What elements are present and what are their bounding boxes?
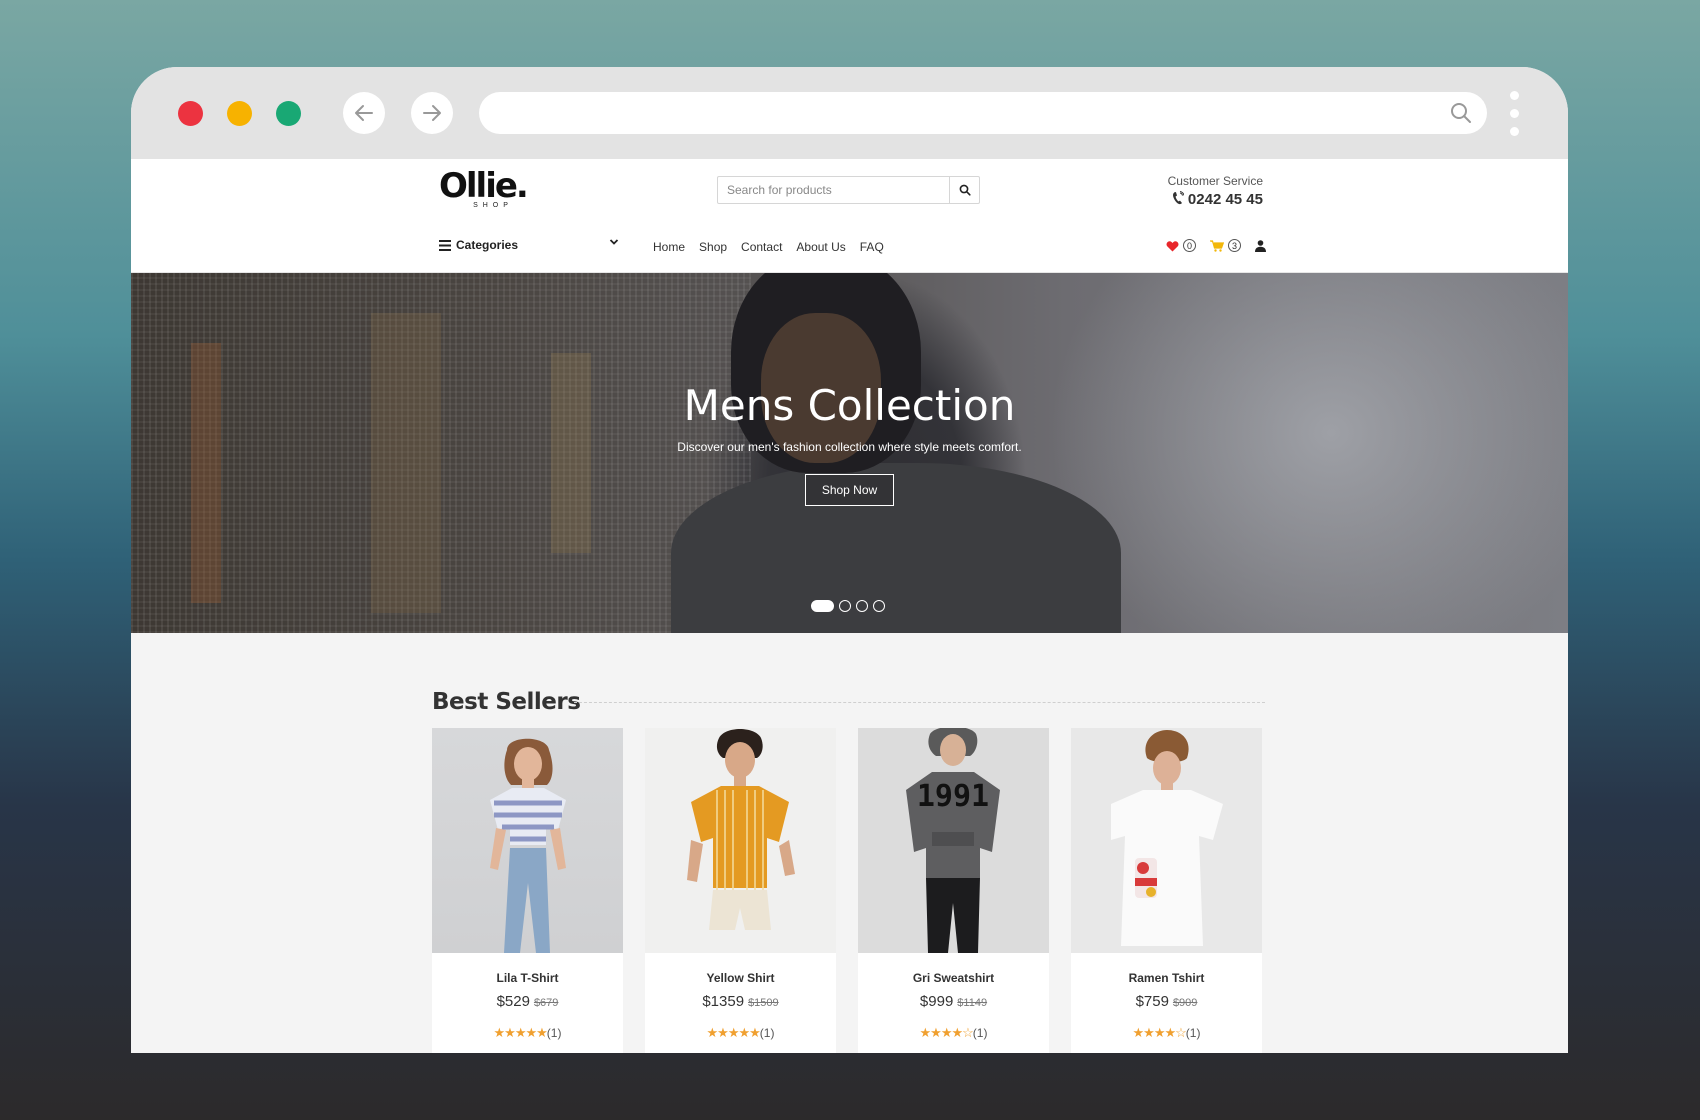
product-card-ramen-tshirt[interactable]: Ramen Tshirt $759 $909 ★★★★☆(1) (1071, 728, 1262, 1053)
star-empty-icon: ☆ (962, 1025, 974, 1040)
forward-button[interactable] (411, 92, 453, 134)
kebab-dot (1510, 109, 1519, 118)
product-price: $759 (1135, 993, 1169, 1010)
product-image[interactable] (432, 728, 623, 953)
product-photo-man-grey-hoodie: 1991 (906, 728, 1000, 953)
customer-service-phone[interactable]: 0242 45 45 (1168, 191, 1263, 208)
review-count: (1) (759, 1026, 775, 1040)
star-filled-icon: ★★★★ (919, 1025, 964, 1040)
product-price: $999 (919, 993, 954, 1010)
categories-label: Categories (456, 238, 519, 252)
product-price: $529 (496, 993, 530, 1010)
close-window-button[interactable] (178, 101, 203, 126)
logo-text: Ollie. (439, 166, 529, 206)
browser-menu-button[interactable] (1510, 91, 1520, 137)
wishlist-count-badge: 0 (1183, 239, 1196, 252)
product-name[interactable]: Ramen Tshirt (1071, 971, 1262, 985)
star-filled-icon: ★★★★★ (493, 1025, 548, 1040)
section-divider (574, 702, 1265, 703)
sweatshirt-print: 1991 (917, 779, 989, 814)
arrow-right-icon (423, 105, 441, 121)
product-rating: ★★★★☆(1) (1071, 1025, 1262, 1041)
star-filled-icon: ★★★★ (1132, 1025, 1177, 1040)
search-icon (959, 184, 971, 196)
kebab-dot (1510, 91, 1519, 100)
product-name[interactable]: Yellow Shirt (645, 971, 836, 985)
nav-link-home[interactable]: Home (653, 240, 685, 254)
product-name[interactable]: Gri Sweatshirt (858, 971, 1049, 985)
web-page: Ollie. SHOP Customer Service 0242 45 45 … (131, 159, 1568, 1053)
product-card-gri-sweatshirt[interactable]: 1991 Gri Sweatshirt $999 $1149 ★★★★☆(1) (858, 728, 1049, 1053)
product-card-lila-tshirt[interactable]: Lila T-Shirt $529 $679 ★★★★★(1) (432, 728, 623, 1053)
search-button[interactable] (949, 177, 979, 203)
product-price: $1359 (702, 993, 745, 1010)
carousel-indicator-4[interactable] (873, 600, 885, 612)
customer-service-label: Customer Service (1167, 174, 1263, 188)
product-image[interactable] (1071, 728, 1262, 953)
review-count: (1) (972, 1026, 988, 1040)
product-rating: ★★★★★(1) (645, 1025, 836, 1041)
product-image[interactable] (645, 728, 836, 953)
hero-title: Mens Collection (683, 381, 1016, 430)
product-grid: Lila T-Shirt $529 $679 ★★★★★(1) Yellow S… (432, 728, 1262, 1053)
nav-link-about-us[interactable]: About Us (796, 240, 845, 254)
nav-link-shop[interactable]: Shop (699, 240, 727, 254)
hamburger-menu-icon (439, 239, 451, 251)
product-old-price: $1509 (748, 997, 779, 1009)
product-name[interactable]: Lila T-Shirt (432, 971, 623, 985)
product-rating: ★★★★★(1) (432, 1025, 623, 1041)
review-count: (1) (1185, 1026, 1201, 1040)
categories-dropdown[interactable]: Categories (439, 236, 619, 254)
star-filled-icon: ★★★★★ (706, 1025, 761, 1040)
hero-caption: Mens Collection Discover our men's fashi… (131, 381, 1568, 506)
minimize-window-button[interactable] (227, 101, 252, 126)
product-photo-man-white-tee (1111, 730, 1223, 946)
product-image[interactable]: 1991 (858, 728, 1049, 953)
carousel-indicator-2[interactable] (839, 600, 851, 612)
carousel-indicator-3[interactable] (856, 600, 868, 612)
product-old-price: $909 (1172, 997, 1198, 1009)
header-actions: 0 3 (1166, 239, 1266, 252)
hero-subtitle: Discover our men's fashion collection wh… (677, 440, 1022, 454)
carousel-indicators (811, 600, 885, 612)
back-button[interactable] (343, 92, 385, 134)
user-icon[interactable] (1255, 239, 1266, 252)
browser-window: Ollie. SHOP Customer Service 0242 45 45 … (131, 67, 1568, 1053)
address-bar[interactable] (479, 92, 1487, 134)
product-photo-woman-striped-tee (490, 738, 566, 953)
phone-icon (1172, 191, 1185, 205)
nav-link-faq[interactable]: FAQ (860, 240, 884, 254)
nav-link-contact[interactable]: Contact (741, 240, 782, 254)
arrow-left-icon (355, 105, 373, 121)
site-header: Ollie. SHOP Customer Service 0242 45 45 … (131, 159, 1568, 273)
site-logo[interactable]: Ollie. SHOP (439, 169, 529, 213)
shop-now-button[interactable]: Shop Now (804, 474, 895, 506)
main-navigation: Home Shop Contact About Us FAQ (653, 240, 884, 254)
phone-number: 0242 45 45 (1187, 191, 1263, 208)
chevron-down-icon (609, 239, 619, 245)
star-empty-icon: ☆ (1175, 1025, 1187, 1040)
carousel-indicator-1[interactable] (811, 600, 834, 612)
product-photo-man-yellow-shirt (687, 729, 795, 930)
cart-icon[interactable] (1210, 239, 1224, 252)
cart-count-badge: 3 (1228, 239, 1241, 252)
product-card-yellow-shirt[interactable]: Yellow Shirt $1359 $1509 ★★★★★(1) (645, 728, 836, 1053)
heart-icon[interactable] (1166, 240, 1179, 252)
product-search (717, 176, 980, 204)
search-input[interactable] (718, 177, 950, 203)
hero-carousel: Mens Collection Discover our men's fashi… (131, 273, 1568, 633)
search-icon[interactable] (1449, 101, 1473, 125)
browser-toolbar (131, 67, 1568, 159)
product-old-price: $679 (533, 997, 559, 1009)
best-sellers-heading: Best Sellers (432, 689, 581, 715)
customer-service: Customer Service 0242 45 45 (1168, 174, 1263, 208)
maximize-window-button[interactable] (276, 101, 301, 126)
product-old-price: $1149 (957, 997, 988, 1009)
kebab-dot (1510, 127, 1519, 136)
product-rating: ★★★★☆(1) (858, 1025, 1049, 1041)
review-count: (1) (546, 1026, 562, 1040)
